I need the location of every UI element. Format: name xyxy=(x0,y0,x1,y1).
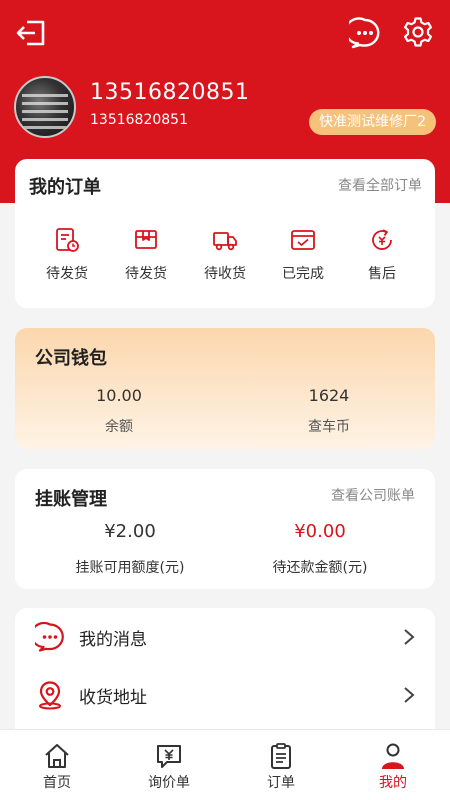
chevron-right-icon xyxy=(404,629,415,645)
wallet-coin-value[interactable]: 1624 xyxy=(269,386,389,405)
completed-icon xyxy=(291,230,315,250)
order-status-label: 售后 xyxy=(368,266,396,282)
wallet-coin-label: 查车币 xyxy=(308,419,350,435)
order-list-icon xyxy=(271,743,291,769)
top-bar xyxy=(0,0,450,66)
user-account: 13516820851 xyxy=(90,112,188,128)
order-status-completed[interactable]: 已完成 xyxy=(261,227,345,283)
wallet-balance-label: 余额 xyxy=(105,419,133,435)
tab-label: 首页 xyxy=(43,775,71,791)
message-icon xyxy=(349,17,380,49)
order-status-label: 待发货 xyxy=(125,266,167,282)
tab-label: 我的 xyxy=(379,775,407,791)
after-sales-icon xyxy=(372,229,392,250)
profile-section: 13516820851 13516820851 快准测试维修厂2 xyxy=(14,76,436,138)
tab-label: 订单 xyxy=(267,775,295,791)
bottom-tab-bar: 首页 询价单 订单 我的 xyxy=(0,729,450,800)
gear-icon xyxy=(404,17,432,47)
user-phone: 13516820851 xyxy=(90,80,250,105)
orders-title: 我的订单 xyxy=(29,177,101,198)
order-status-pending-ship[interactable]: 待发货 xyxy=(25,227,109,283)
truck-icon xyxy=(213,232,237,251)
menu-item-address[interactable]: 收货地址 xyxy=(15,666,435,724)
home-icon xyxy=(45,744,69,768)
view-company-bill-link[interactable]: 查看公司账单 xyxy=(331,485,415,505)
credit-due-label: 待还款金额(元) xyxy=(272,560,368,576)
package-icon xyxy=(135,230,157,249)
company-wallet-card: 公司钱包 10.00 余额 1624 查车币 xyxy=(15,328,435,449)
settings-button[interactable] xyxy=(401,15,435,49)
order-status-pending-ship-2[interactable]: 待发货 xyxy=(104,227,188,283)
shop-name-badge[interactable]: 快准测试维修厂2 xyxy=(309,109,436,135)
credit-title: 挂账管理 xyxy=(35,489,107,510)
logout-button[interactable] xyxy=(14,18,48,48)
location-icon xyxy=(39,681,61,710)
menu-item-label: 我的消息 xyxy=(79,630,147,650)
order-pending-icon xyxy=(56,228,79,252)
order-status-after-sales[interactable]: 售后 xyxy=(340,227,424,283)
message-button[interactable] xyxy=(348,16,382,50)
tab-label: 询价单 xyxy=(148,775,190,791)
credit-available-label: 挂账可用额度(元) xyxy=(75,560,185,576)
logout-icon xyxy=(16,20,45,46)
tab-home[interactable]: 首页 xyxy=(1,742,113,792)
order-status-label: 已完成 xyxy=(282,266,324,282)
chevron-right-icon xyxy=(404,687,415,703)
inquiry-icon xyxy=(157,745,181,768)
credit-available-value: ¥2.00 xyxy=(104,521,156,542)
wallet-title: 公司钱包 xyxy=(35,348,107,369)
user-icon xyxy=(382,743,404,769)
wallet-balance-value[interactable]: 10.00 xyxy=(59,386,179,405)
credit-due-value: ¥0.00 xyxy=(294,521,346,542)
avatar[interactable] xyxy=(14,76,76,138)
order-status-label: 待收货 xyxy=(204,266,246,282)
menu-item-label: 收货地址 xyxy=(79,688,147,708)
credit-management-card: 挂账管理 查看公司账单 ¥2.00 挂账可用额度(元) ¥0.00 待还款金额(… xyxy=(15,469,435,589)
menu-item-messages[interactable]: 我的消息 xyxy=(15,608,435,666)
order-status-pending-receive[interactable]: 待收货 xyxy=(183,227,267,283)
tab-orders[interactable]: 订单 xyxy=(225,742,337,792)
order-status-label: 待发货 xyxy=(46,266,88,282)
my-orders-card: 我的订单 查看全部订单 待发货 待发货 待收货 已完成 售后 xyxy=(15,159,435,308)
view-all-orders-link[interactable]: 查看全部订单 xyxy=(338,175,422,195)
tab-mine[interactable]: 我的 xyxy=(337,742,449,792)
tab-inquiry[interactable]: 询价单 xyxy=(113,742,225,792)
menu-list: 我的消息 收货地址 xyxy=(15,608,435,738)
chat-icon xyxy=(35,622,64,652)
